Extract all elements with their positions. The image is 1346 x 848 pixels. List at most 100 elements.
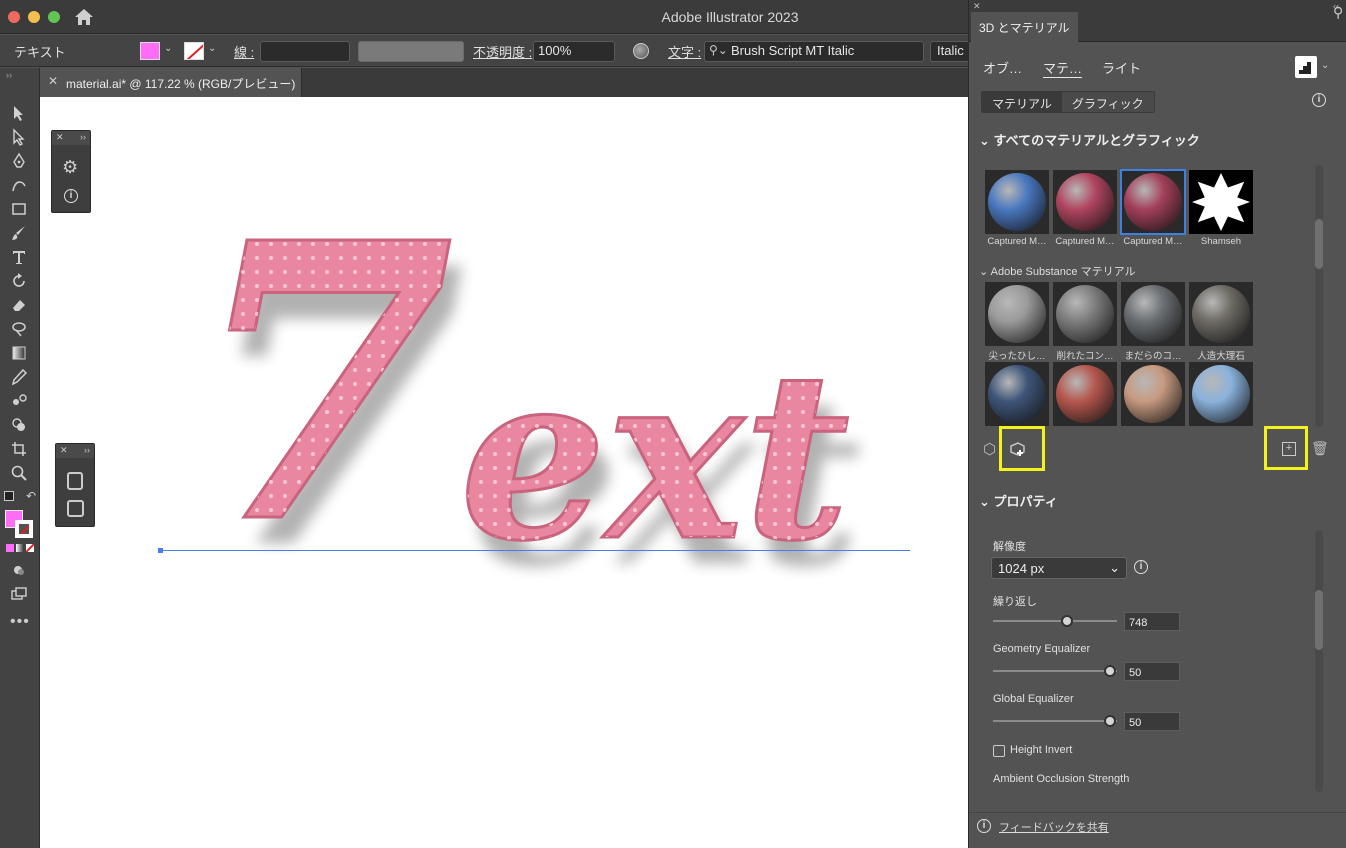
trash-icon[interactable]: 🗑 bbox=[1311, 440, 1329, 457]
brush-definition-dropdown[interactable] bbox=[358, 41, 464, 62]
materials-scrollbar[interactable] bbox=[1315, 165, 1323, 427]
repeat-slider-knob[interactable] bbox=[1061, 615, 1074, 627]
stroke-label: 線 : bbox=[234, 45, 255, 60]
document-tab[interactable]: ✕ material.ai* @ 117.22 % (RGB/プレビュー) bbox=[40, 68, 302, 97]
global-equalizer-input[interactable]: 50 bbox=[1124, 712, 1180, 731]
color-mode-icon[interactable] bbox=[6, 544, 14, 552]
materials-scroll-thumb[interactable] bbox=[1315, 219, 1323, 269]
segment-materials[interactable]: マテリアル bbox=[982, 92, 1062, 112]
eraser-tool-icon[interactable] bbox=[8, 295, 30, 315]
close-panel-icon[interactable]: ✕ bbox=[973, 1, 981, 12]
artboard-tool-icon[interactable] bbox=[8, 439, 30, 459]
expand-icon[interactable]: ›› bbox=[80, 132, 86, 144]
artboard-canvas[interactable]: 7 ext 7 7 ext ext bbox=[40, 97, 968, 848]
lasso-tool-icon[interactable] bbox=[8, 319, 30, 339]
home-icon[interactable] bbox=[74, 7, 94, 27]
3d-text-artwork[interactable]: 7 ext 7 7 ext ext bbox=[40, 97, 968, 848]
swap-arrow-icon[interactable]: ↶ bbox=[26, 489, 36, 503]
direct-selection-tool-icon[interactable] bbox=[8, 127, 30, 147]
substance-material-thumbnail[interactable] bbox=[1121, 282, 1185, 346]
close-window-button[interactable] bbox=[8, 11, 20, 23]
close-icon[interactable]: ✕ bbox=[60, 445, 68, 457]
properties-scroll-thumb[interactable] bbox=[1315, 590, 1323, 650]
font-style-dropdown[interactable]: Italic bbox=[930, 41, 970, 62]
stroke-color-box[interactable] bbox=[15, 520, 33, 538]
geometry-equalizer-slider[interactable] bbox=[993, 670, 1117, 672]
properties-header[interactable]: ⌄ プロパティ bbox=[979, 491, 1058, 510]
font-family-dropdown[interactable]: ⚲⌄ Brush Script MT Italic bbox=[704, 41, 924, 62]
tab-lighting[interactable]: ライト bbox=[1102, 58, 1141, 77]
substance-header[interactable]: ⌄ Adobe Substance マテリアル bbox=[979, 263, 1135, 279]
captured-material-thumbnail[interactable] bbox=[1120, 169, 1186, 235]
substance-material-thumbnail[interactable] bbox=[1053, 282, 1117, 346]
pen-tool-icon[interactable] bbox=[8, 151, 30, 171]
cube-icon[interactable]: ⬡ bbox=[983, 440, 996, 458]
swap-colors-icon[interactable] bbox=[4, 491, 14, 501]
none-mode-icon[interactable] bbox=[26, 544, 34, 552]
all-materials-header[interactable]: ⌄ すべてのマテリアルとグラフィック bbox=[979, 130, 1200, 149]
captured-material-thumbnail[interactable] bbox=[1189, 170, 1253, 234]
anchor-point[interactable] bbox=[158, 548, 163, 553]
tab-object[interactable]: オブ… bbox=[983, 58, 1022, 77]
gradient-tool-icon[interactable] bbox=[8, 343, 30, 363]
global-equalizer-knob[interactable] bbox=[1103, 715, 1116, 727]
material-sphere bbox=[1192, 173, 1250, 231]
zoom-tool-icon[interactable] bbox=[8, 463, 30, 483]
captured-material-thumbnail[interactable] bbox=[1053, 170, 1117, 234]
stroke-weight-field[interactable] bbox=[260, 41, 350, 62]
rotate-tool-icon[interactable] bbox=[8, 271, 30, 291]
substance-material-thumbnail[interactable] bbox=[1053, 362, 1117, 426]
gear-icon[interactable]: ⚙ bbox=[62, 157, 78, 178]
fill-color-swatch[interactable] bbox=[140, 42, 160, 60]
tab-materials[interactable]: マテ… bbox=[1043, 58, 1083, 78]
close-tab-icon[interactable]: ✕ bbox=[48, 74, 58, 88]
more-tools-icon[interactable]: ••• bbox=[10, 613, 30, 631]
segment-graphics[interactable]: グラフィック bbox=[1062, 92, 1154, 112]
share-feedback-link[interactable]: フィードバックを共有 bbox=[999, 819, 1109, 835]
properties-scrollbar[interactable] bbox=[1315, 530, 1323, 792]
shape-builder-tool-icon[interactable] bbox=[8, 415, 30, 435]
gradient-mode-icon[interactable] bbox=[16, 544, 24, 552]
blend-tool-icon[interactable] bbox=[8, 391, 30, 411]
info-icon[interactable]: i bbox=[1134, 560, 1148, 574]
resolution-dropdown[interactable]: 1024 px ⌄ bbox=[991, 557, 1127, 579]
geometry-equalizer-input[interactable]: 50 bbox=[1124, 662, 1180, 681]
search-icon[interactable]: ⚲ bbox=[1333, 4, 1343, 21]
global-equalizer-slider[interactable] bbox=[993, 720, 1117, 722]
curvature-tool-icon[interactable] bbox=[8, 175, 30, 195]
type-tool-icon[interactable] bbox=[8, 247, 30, 267]
expand-icon[interactable]: ›› bbox=[84, 445, 90, 457]
info-icon[interactable]: i bbox=[1312, 93, 1326, 107]
collapse-icon[interactable]: ›› bbox=[6, 70, 12, 80]
chevron-down-icon[interactable]: ⌄ bbox=[1321, 60, 1329, 71]
substance-material-thumbnail[interactable] bbox=[1189, 282, 1253, 346]
pathfinder-icon[interactable] bbox=[67, 500, 84, 517]
close-icon[interactable]: ✕ bbox=[56, 132, 64, 144]
eyedropper-tool-icon[interactable] bbox=[8, 367, 30, 387]
captured-material-thumbnail[interactable] bbox=[985, 170, 1049, 234]
repeat-input[interactable]: 748 bbox=[1124, 612, 1180, 631]
info-icon[interactable]: i bbox=[64, 189, 78, 203]
paintbrush-tool-icon[interactable] bbox=[8, 223, 30, 243]
opacity-input[interactable]: 100% bbox=[533, 41, 615, 62]
document-info-icon[interactable] bbox=[67, 472, 83, 490]
rectangle-tool-icon[interactable] bbox=[8, 199, 30, 219]
chevron-down-icon[interactable]: ⌄ bbox=[208, 43, 216, 54]
stroke-color-swatch[interactable] bbox=[184, 42, 204, 60]
draw-mode-icon[interactable] bbox=[8, 560, 30, 580]
chevron-down-icon[interactable]: ⌄ bbox=[164, 43, 172, 54]
substance-material-thumbnail[interactable] bbox=[985, 282, 1049, 346]
substance-material-thumbnail[interactable] bbox=[1189, 362, 1253, 426]
selection-tool-icon[interactable] bbox=[8, 103, 30, 123]
height-invert-checkbox[interactable] bbox=[993, 745, 1005, 757]
zoom-window-button[interactable] bbox=[48, 11, 60, 23]
substance-material-thumbnail[interactable] bbox=[1121, 362, 1185, 426]
minimize-window-button[interactable] bbox=[28, 11, 40, 23]
repeat-slider[interactable] bbox=[993, 620, 1117, 622]
render-settings-icon[interactable] bbox=[1295, 56, 1317, 78]
panel-title-tab[interactable]: 3D とマテリアル bbox=[971, 12, 1078, 42]
substance-material-thumbnail[interactable] bbox=[985, 362, 1049, 426]
screen-mode-icon[interactable] bbox=[8, 584, 30, 604]
geometry-equalizer-knob[interactable] bbox=[1103, 665, 1116, 677]
recolor-icon[interactable] bbox=[633, 43, 649, 59]
